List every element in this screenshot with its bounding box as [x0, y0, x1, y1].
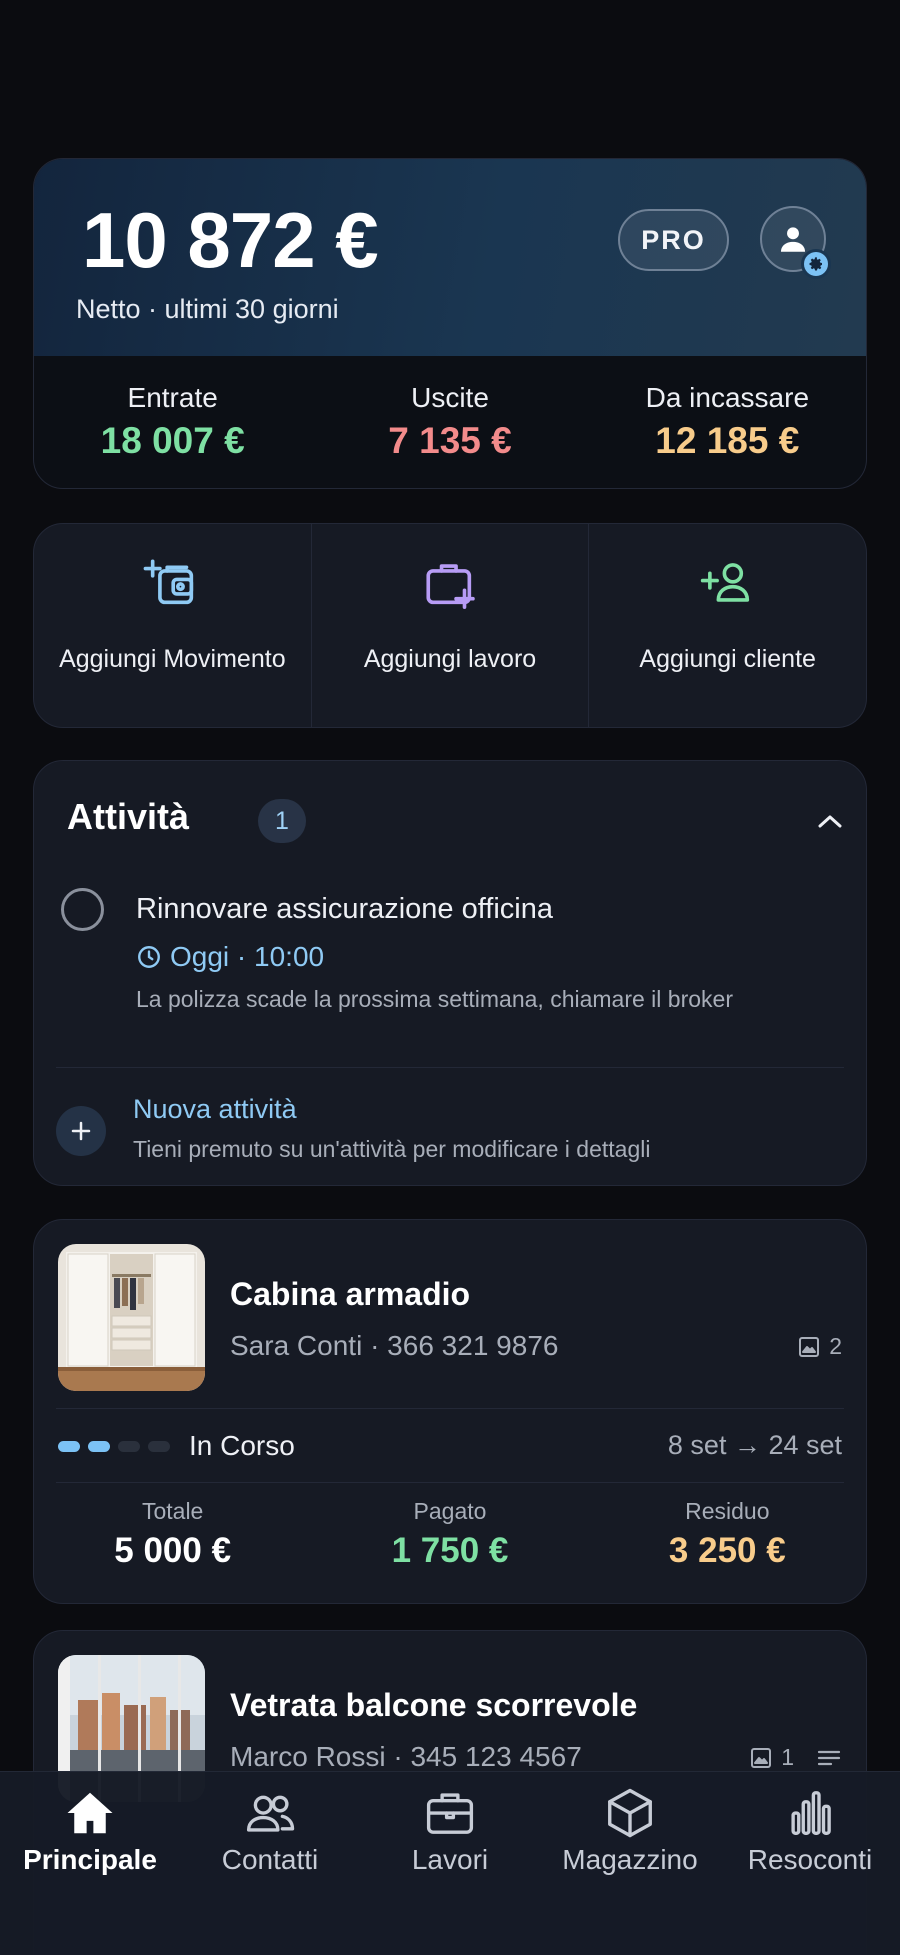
nav-item-principale[interactable]: Principale	[0, 1772, 180, 1955]
money-remaining: Residuo 3 250 €	[589, 1498, 866, 1571]
action-label: Aggiungi cliente	[639, 644, 816, 673]
progress-dot	[88, 1441, 110, 1452]
nav-label: Lavori	[411, 1844, 489, 1875]
task-time: Oggi · 10:00	[136, 941, 324, 973]
new-task-link[interactable]: Nuova attività	[133, 1094, 297, 1125]
collapse-button[interactable]	[812, 806, 848, 836]
home-icon	[67, 1792, 113, 1834]
photo-count: 2	[829, 1333, 842, 1359]
job-money: Totale 5 000 € Pagato 1 750 € Residuo 3 …	[34, 1498, 866, 1571]
summary-header: 10 872 € Netto · ultimi 30 giorni PRO	[34, 159, 866, 356]
contacts-icon	[246, 1795, 295, 1832]
client-name: Sara Conti	[230, 1330, 363, 1361]
money-value: 1 750 €	[391, 1531, 509, 1570]
job-status: In Corso	[189, 1430, 295, 1461]
job-dates: 8 set → 24 set	[667, 1430, 842, 1460]
image-icon	[751, 1747, 772, 1768]
nav-item-lavori[interactable]: Lavori	[360, 1772, 540, 1955]
progress-indicator	[58, 1441, 170, 1452]
money-value: 3 250 €	[668, 1531, 786, 1570]
client-phone[interactable]: · 345 123 4567	[393, 1741, 581, 1772]
notes-icon	[817, 1750, 841, 1765]
divider	[56, 1408, 844, 1409]
job-title: Cabina armadio	[230, 1276, 471, 1312]
money-label: Pagato	[413, 1498, 487, 1524]
add-client-icon	[700, 563, 749, 602]
nav-label: Principale	[23, 1844, 157, 1875]
briefcase-icon	[426, 1793, 474, 1834]
stat-receivable[interactable]: Da incassare 12 185 €	[589, 356, 866, 488]
pro-button[interactable]: PRO	[618, 209, 729, 271]
net-amount: 10 872 €	[82, 196, 379, 284]
action-label: Aggiungi lavoro	[363, 644, 537, 673]
progress-dot	[118, 1441, 140, 1452]
profile-settings-button[interactable]	[760, 206, 831, 279]
task-time-text: Oggi · 10:00	[170, 941, 325, 972]
add-task-button[interactable]	[56, 1106, 106, 1156]
box-icon	[608, 1788, 652, 1838]
tasks-card: Attività 1 Rinnovare assicurazione offic…	[33, 760, 867, 1186]
stat-label: Da incassare	[645, 382, 810, 413]
nav-label: Contatti	[221, 1844, 319, 1875]
job-title: Vetrata balcone scorrevole	[230, 1687, 638, 1723]
stat-value: 12 185 €	[655, 420, 800, 461]
stat-value: 18 007 €	[100, 420, 245, 461]
money-paid: Pagato 1 750 €	[311, 1498, 588, 1571]
stat-value: 7 135 €	[388, 420, 512, 461]
nav-item-contatti[interactable]: Contatti	[180, 1772, 360, 1955]
client-phone[interactable]: · 366 321 9876	[370, 1330, 558, 1361]
stat-label: Uscite	[411, 382, 489, 413]
money-total: Totale 5 000 €	[34, 1498, 311, 1571]
clock-icon	[138, 946, 160, 968]
add-client-button[interactable]: Aggiungi cliente	[589, 524, 866, 727]
action-label: Aggiungi Movimento	[59, 644, 286, 673]
summary-card: 10 872 € Netto · ultimi 30 giorni PRO En…	[33, 158, 867, 489]
stat-expenses[interactable]: Uscite 7 135 €	[311, 356, 588, 488]
task-title[interactable]: Rinnovare assicurazione officina	[136, 893, 553, 926]
job-client: Sara Conti · 366 321 9876	[230, 1330, 558, 1362]
tasks-count-badge: 1	[258, 799, 306, 843]
job-photos: 2	[797, 1333, 842, 1360]
nav-item-resoconti[interactable]: Resoconti	[720, 1772, 900, 1955]
job-card[interactable]: Cabina armadio Sara Conti · 366 321 9876…	[33, 1219, 867, 1604]
image-icon	[799, 1336, 820, 1357]
plus-icon	[71, 1121, 91, 1141]
quick-actions: Aggiungi Movimento Aggiungi lavoro Aggiu…	[33, 523, 867, 728]
tasks-title: Attività	[67, 796, 190, 837]
photo-count: 1	[781, 1744, 794, 1770]
divider	[56, 1067, 844, 1068]
chart-icon	[791, 1791, 831, 1835]
add-transaction-icon	[143, 559, 194, 605]
chevron-up-icon	[818, 815, 842, 828]
money-label: Totale	[141, 1498, 204, 1524]
bottom-nav: Principale Contatti Lavori Magazzino Res…	[0, 1771, 900, 1955]
progress-dot	[58, 1441, 80, 1452]
nav-label: Resoconti	[747, 1844, 873, 1875]
new-task-hint: Tieni premuto su un'attività per modific…	[133, 1136, 651, 1162]
task-checkbox[interactable]	[61, 888, 104, 931]
gear-icon	[801, 249, 831, 279]
stats-row: Entrate 18 007 € Uscite 7 135 € Da incas…	[34, 356, 866, 488]
divider	[56, 1482, 844, 1483]
money-label: Residuo	[685, 1498, 770, 1524]
job-photos: 1	[749, 1744, 842, 1771]
nav-item-magazzino[interactable]: Magazzino	[540, 1772, 720, 1955]
add-transaction-button[interactable]: Aggiungi Movimento	[34, 524, 312, 727]
stat-income[interactable]: Entrate 18 007 €	[34, 356, 311, 488]
task-description: La polizza scade la prossima settimana, …	[136, 986, 733, 1012]
progress-dot	[148, 1441, 170, 1452]
net-caption: Netto · ultimi 30 giorni	[76, 294, 339, 324]
money-value: 5 000 €	[114, 1531, 232, 1570]
stat-label: Entrate	[127, 382, 218, 413]
client-name: Marco Rossi	[230, 1741, 386, 1772]
nav-label: Magazzino	[562, 1844, 698, 1875]
job-client: Marco Rossi · 345 123 4567	[230, 1741, 582, 1773]
add-job-icon	[426, 564, 475, 609]
job-thumbnail	[58, 1244, 205, 1391]
user-icon	[780, 227, 806, 252]
add-job-button[interactable]: Aggiungi lavoro	[312, 524, 590, 727]
